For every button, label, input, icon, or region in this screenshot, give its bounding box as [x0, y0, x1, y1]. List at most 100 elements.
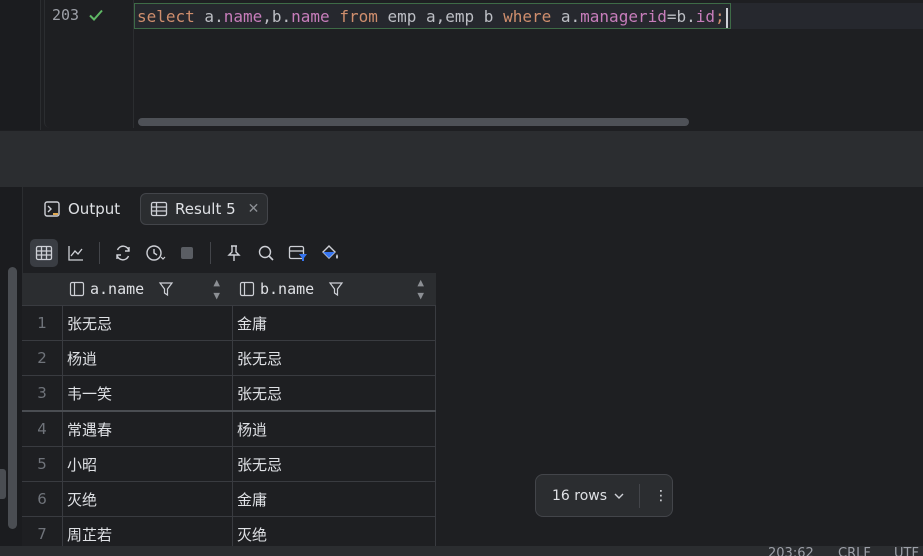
table-cell[interactable]: 小昭	[62, 447, 232, 481]
sql-editor[interactable]: 203 select a.name,b.name from emp a,emp …	[0, 0, 923, 130]
table-cell[interactable]: 张无忌	[232, 376, 436, 410]
pin-icon	[227, 245, 241, 261]
stop-icon	[181, 247, 193, 259]
result-grid: a.name ▲ ▼ b.name ▲ ▼ 1 张无忌 金庸 2 杨逍 张无忌 …	[22, 273, 436, 552]
table-cell[interactable]: 灭绝	[62, 482, 232, 516]
code-field: managerid	[580, 7, 667, 26]
code-token: a.	[194, 7, 224, 26]
grid-icon	[35, 245, 53, 261]
pin-button[interactable]	[220, 239, 248, 267]
paint-bucket-icon	[322, 245, 338, 259]
table-cell[interactable]: 张无忌	[232, 447, 436, 481]
sql-statement[interactable]: select a.name,b.name from emp a,emp b wh…	[134, 3, 731, 29]
vertical-scrollbar[interactable]	[8, 267, 17, 529]
more-options-icon[interactable]: ⋮	[654, 488, 668, 504]
row-count-button[interactable]: 16 rows	[552, 488, 607, 504]
results-panel: Output Result 5 ✕ a.name ▲ ▼ b.name ▲ ▼ …	[0, 187, 923, 556]
keyword-select: select	[137, 7, 195, 26]
code-token: a.	[551, 7, 581, 26]
status-bar: 203:62 CRLF UTF	[0, 546, 923, 556]
column-header-b-name[interactable]: b.name ▲ ▼	[232, 273, 436, 305]
toolbar-separator	[99, 242, 100, 264]
pill-separator	[639, 483, 641, 508]
code-token: ;	[715, 7, 725, 26]
code-token: ,b.	[262, 7, 292, 26]
row-number-header	[22, 273, 62, 305]
tab-result-label: Result 5	[175, 200, 236, 218]
tab-result-5[interactable]: Result 5 ✕	[140, 193, 269, 225]
clock-icon	[146, 245, 166, 261]
line-number: 203	[52, 6, 80, 24]
line-separator[interactable]: CRLF	[838, 547, 871, 556]
caret-position[interactable]: 203:62	[768, 547, 814, 556]
row-number: 3	[22, 376, 62, 410]
table-row[interactable]: 4 常遇春 杨逍	[22, 412, 436, 447]
history-button[interactable]	[141, 239, 169, 267]
stop-button[interactable]	[173, 239, 201, 267]
filter-view-button[interactable]	[284, 239, 312, 267]
table-row[interactable]: 2 杨逍 张无忌	[22, 341, 436, 376]
column-header-label: a.name	[90, 280, 145, 298]
line-chart-icon	[68, 246, 83, 261]
table-row[interactable]: 3 韦一笑 张无忌	[22, 376, 436, 412]
color-button[interactable]	[316, 239, 344, 267]
sort-icon[interactable]: ▲ ▼	[417, 276, 424, 302]
check-icon	[89, 9, 103, 21]
table-filter-icon	[288, 245, 307, 261]
column-header-a-name[interactable]: a.name ▲ ▼	[62, 273, 232, 305]
side-handle[interactable]	[0, 469, 6, 499]
column-header-label: b.name	[260, 280, 315, 298]
code-field: id	[695, 7, 716, 26]
chevron-down-icon[interactable]	[613, 490, 625, 502]
table-cell[interactable]: 杨逍	[232, 412, 436, 446]
table-cell[interactable]: 常遇春	[62, 412, 232, 446]
table-row[interactable]: 5 小昭 张无忌	[22, 447, 436, 482]
results-toolbar	[30, 237, 344, 269]
code-field: name	[223, 7, 263, 26]
filter-icon[interactable]	[328, 281, 344, 297]
splitter-area[interactable]	[0, 130, 923, 188]
table-cell[interactable]: 张无忌	[62, 306, 232, 340]
code-token: =b.	[666, 7, 696, 26]
table-cell[interactable]: 金庸	[232, 306, 436, 340]
refresh-button[interactable]	[109, 239, 137, 267]
table-cell[interactable]: 张无忌	[232, 341, 436, 375]
column-icon	[239, 281, 255, 297]
row-number: 6	[22, 482, 62, 516]
table-icon	[150, 201, 168, 217]
horizontal-scrollbar[interactable]	[138, 118, 689, 126]
table-view-button[interactable]	[30, 239, 58, 267]
column-icon	[69, 281, 85, 297]
refresh-icon	[116, 245, 130, 261]
keyword-from: from	[339, 7, 378, 26]
table-row[interactable]: 1 张无忌 金庸	[22, 306, 436, 341]
row-number: 4	[22, 412, 62, 446]
table-cell[interactable]: 金庸	[232, 482, 436, 516]
row-number: 5	[22, 447, 62, 481]
toolbar-separator	[210, 242, 211, 264]
keyword-where: where	[503, 7, 552, 26]
panel-left-strip	[0, 187, 23, 556]
table-row[interactable]: 6 灭绝 金庸	[22, 482, 436, 517]
sort-icon[interactable]: ▲ ▼	[213, 276, 220, 302]
editor-left-strip	[0, 0, 41, 130]
grid-header: a.name ▲ ▼ b.name ▲ ▼	[22, 273, 436, 306]
tab-output-label: Output	[68, 200, 121, 218]
tab-output[interactable]: Output	[34, 193, 128, 225]
code-field: name	[291, 7, 330, 26]
table-cell[interactable]: 杨逍	[62, 341, 232, 375]
file-encoding[interactable]: UTF	[894, 547, 919, 556]
row-number: 1	[22, 306, 62, 340]
chart-view-button[interactable]	[62, 239, 90, 267]
search-icon	[258, 245, 274, 261]
console-icon	[44, 201, 60, 217]
row-number: 2	[22, 341, 62, 375]
row-count-pill: 16 rows ⋮	[535, 474, 673, 517]
table-cell[interactable]: 韦一笑	[62, 376, 232, 410]
search-button[interactable]	[252, 239, 280, 267]
text-caret	[725, 7, 728, 28]
code-token: emp a,emp b	[377, 7, 504, 26]
close-icon[interactable]: ✕	[248, 201, 260, 217]
filter-icon[interactable]	[158, 281, 174, 297]
